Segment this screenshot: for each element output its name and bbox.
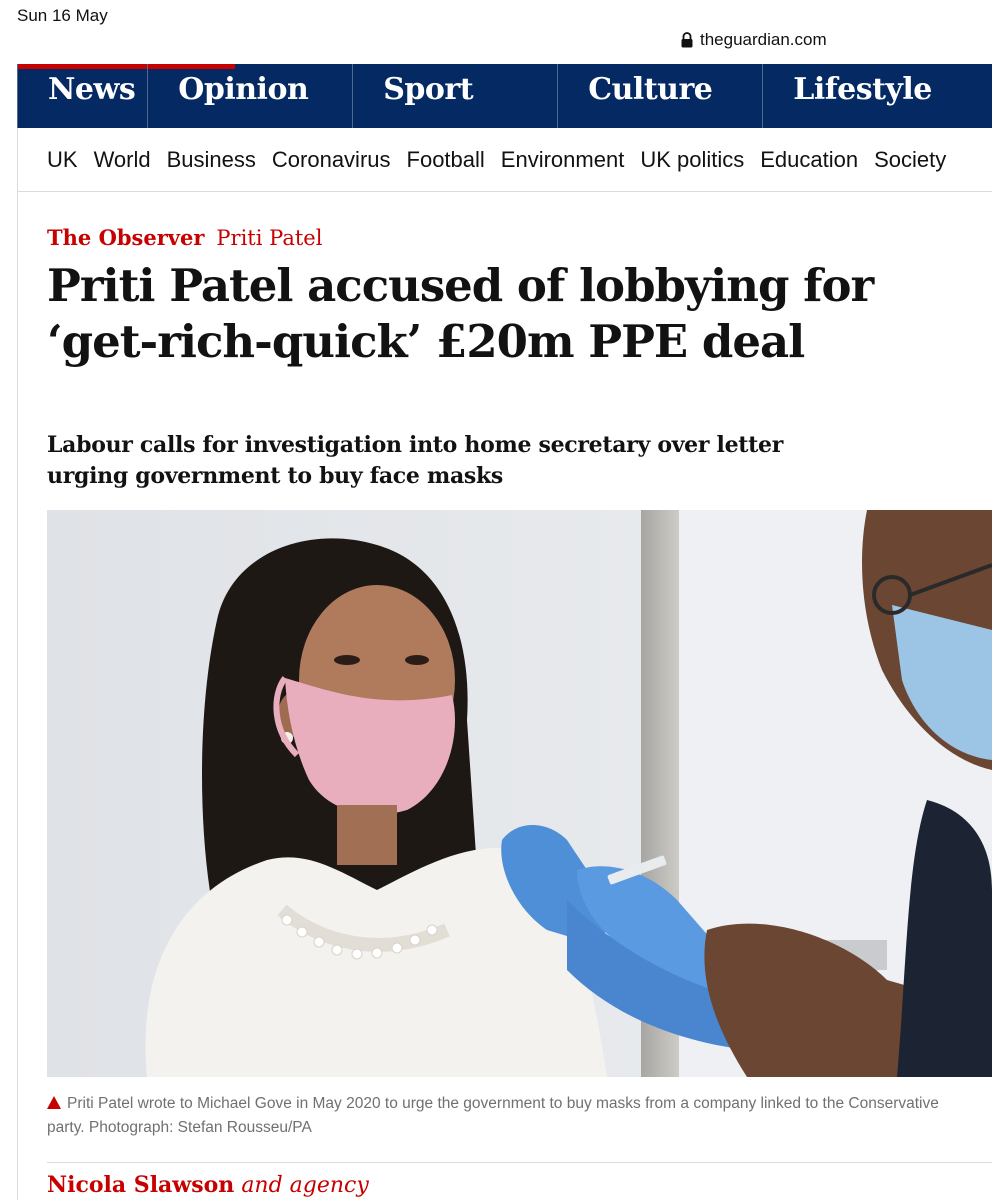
article-kicker: The Observer Priti Patel [47,225,322,250]
byline: Nicola Slawson and agency [47,1172,369,1198]
pillar-sport[interactable]: Sport [352,64,557,128]
subnav-football[interactable]: Football [407,147,485,173]
byline-divider [47,1162,992,1163]
author-link[interactable]: Nicola Slawson [47,1172,234,1198]
left-gutter-rule [17,64,18,1200]
caption-text: Priti Patel wrote to Michael Gove in May… [47,1095,939,1136]
subnav-society[interactable]: Society [874,147,946,173]
pillar-nav: News Opinion Sport Culture Lifestyle [17,64,992,128]
sub-nav: UK World Business Coronavirus Football E… [17,128,992,192]
series-link[interactable]: The Observer [47,225,204,250]
subnav-uk[interactable]: UK [47,147,78,173]
pillar-news[interactable]: News [17,64,147,128]
subnav-coronavirus[interactable]: Coronavirus [272,147,391,173]
standfirst: Labour calls for investigation into home… [47,432,783,489]
subnav-environment[interactable]: Environment [501,147,625,173]
pillar-opinion[interactable]: Opinion [147,64,352,128]
photo-caption: Priti Patel wrote to Michael Gove in May… [47,1092,977,1140]
headline: Priti Patel accused of lobbying for ‘get… [47,259,874,368]
address-bar[interactable]: theguardian.com [680,30,827,50]
pillar-culture[interactable]: Culture [557,64,762,128]
triangle-icon [47,1096,61,1109]
tag-link[interactable]: Priti Patel [216,226,322,250]
status-bar: Sun 16 May theguardian.com [0,0,992,64]
article-photo [47,510,992,1077]
url-text: theguardian.com [700,30,827,49]
subnav-uk-politics[interactable]: UK politics [640,147,744,173]
lock-icon [680,32,694,48]
subnav-education[interactable]: Education [760,147,858,173]
status-date: Sun 16 May [17,6,108,25]
subnav-world[interactable]: World [94,147,151,173]
subnav-business[interactable]: Business [167,147,256,173]
pillar-lifestyle[interactable]: Lifestyle [762,64,932,128]
byline-extra: and agency [241,1173,369,1198]
